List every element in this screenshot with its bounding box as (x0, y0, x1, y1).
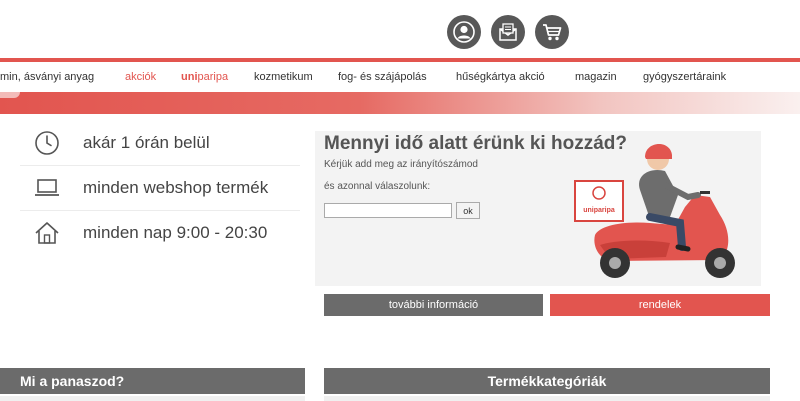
banner-strip (0, 92, 800, 114)
categories-section-body (324, 396, 770, 401)
nav-uniparipa-uni: uni (181, 71, 198, 83)
home-icon (32, 218, 62, 248)
nav-item-loyalty-card[interactable]: hűségkártya akció (456, 71, 545, 83)
feature-label: minden nap 9:00 - 20:30 (83, 223, 268, 242)
newsletter-icon[interactable] (491, 15, 525, 49)
nav-item-cosmetics[interactable]: kozmetikum (254, 71, 313, 83)
order-button[interactable]: rendelek (550, 294, 770, 316)
nav-item-pharmacies[interactable]: gyógyszertáraink (643, 71, 726, 83)
feature-item: minden webshop termék (20, 165, 300, 210)
complaint-section-body (0, 396, 305, 401)
delivery-instruction-2: és azonnal válaszolunk: (324, 181, 431, 192)
scooter-box-brand: uniparipa (583, 207, 615, 214)
nav-item-vitamins[interactable]: min, ásványi anyag (0, 71, 94, 83)
feature-item: akár 1 órán belül (20, 120, 300, 165)
feature-item: minden nap 9:00 - 20:30 (20, 210, 300, 255)
nav-item-sales[interactable]: akciók (125, 71, 156, 83)
more-info-button[interactable]: további információ (324, 294, 543, 316)
feature-label: minden webshop termék (83, 178, 269, 197)
delivery-instruction: Kérjük add meg az irányítószámod (324, 159, 478, 170)
nav-uniparipa-paripa: paripa (197, 71, 229, 83)
header-icons (447, 15, 569, 49)
nav-item-uniparipa[interactable]: uniparipa (181, 71, 228, 83)
clock-icon (32, 128, 62, 158)
cart-icon[interactable] (535, 15, 569, 49)
nav-item-magazine[interactable]: magazin (575, 71, 617, 83)
delivery-features: akár 1 órán belül minden webshop termék … (20, 120, 300, 255)
complaint-section-header: Mi a panaszod? (0, 368, 305, 394)
zip-ok-button[interactable]: ok (456, 202, 480, 219)
delivery-check-panel: Mennyi idő alatt érünk ki hozzád? Kérjük… (315, 131, 761, 286)
zip-code-input[interactable] (324, 203, 452, 218)
scooter-courier-illustration: uniparipa (574, 143, 735, 278)
categories-section-header: Termékkategóriák (324, 368, 770, 394)
nav-item-dental-care[interactable]: fog- és szájápolás (338, 71, 427, 83)
user-icon[interactable] (447, 15, 481, 49)
banner-notch (0, 92, 20, 98)
header-divider (0, 58, 800, 62)
main-nav: min, ásványi anyag akciók uniparipa kozm… (0, 67, 800, 87)
laptop-icon (32, 173, 62, 203)
feature-label: akár 1 órán belül (83, 132, 210, 152)
